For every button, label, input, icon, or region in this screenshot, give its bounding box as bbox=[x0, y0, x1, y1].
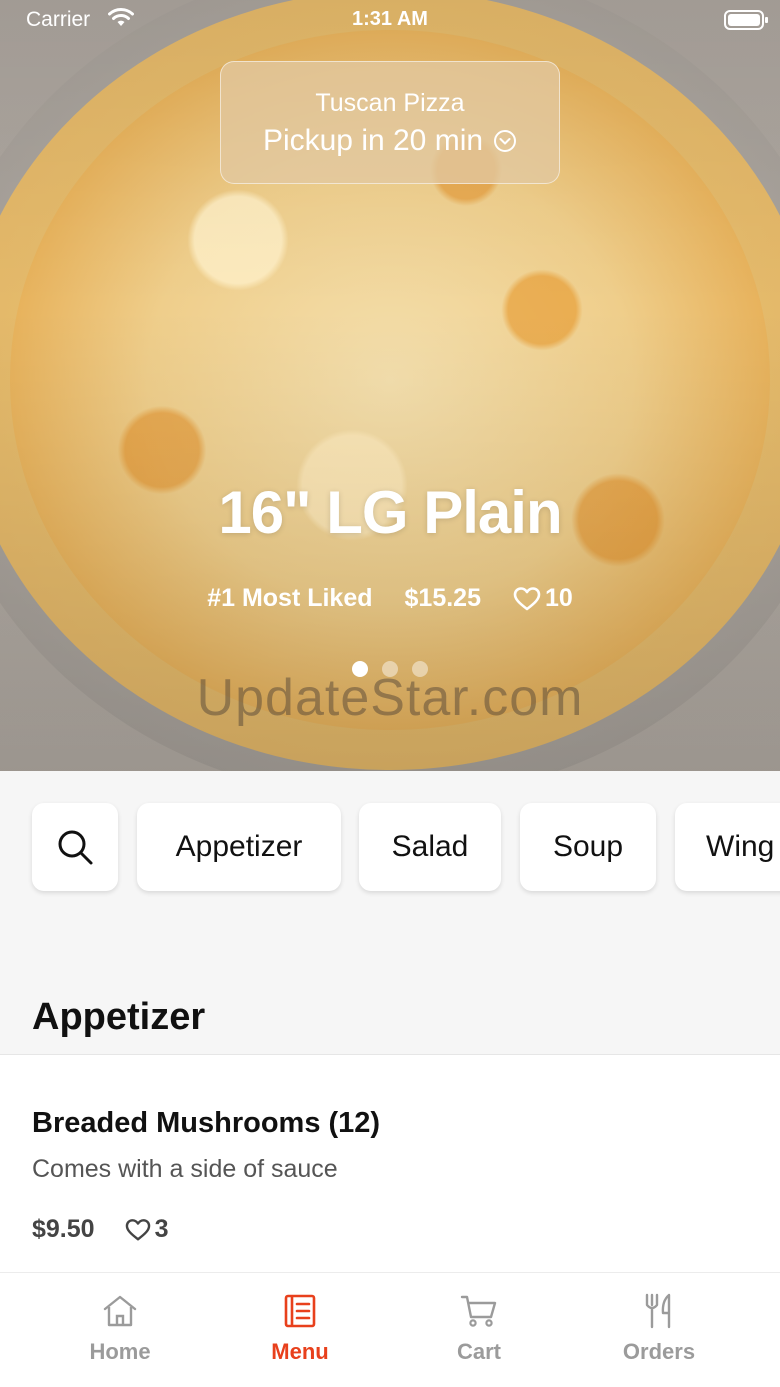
menu-item-name: Breaded Mushrooms (12) bbox=[32, 1107, 381, 1139]
featured-rank: #1 Most Liked bbox=[207, 584, 373, 612]
category-chip-salad[interactable]: Salad bbox=[359, 803, 501, 891]
menu-item[interactable]: Breaded Mushrooms (12) Comes with a side… bbox=[0, 1054, 780, 1273]
heart-icon bbox=[125, 1218, 150, 1240]
category-bar: Appetizer Salad Soup Wing bbox=[0, 771, 780, 961]
search-button[interactable] bbox=[32, 803, 118, 891]
home-icon bbox=[103, 1295, 137, 1327]
store-name: Tuscan Pizza bbox=[315, 89, 465, 117]
menu-item-likes-count: 3 bbox=[154, 1215, 169, 1243]
featured-likes: 10 bbox=[513, 584, 573, 613]
tab-bar: Home Menu Cart Orders bbox=[0, 1273, 780, 1387]
pickup-label: Pickup in 20 min bbox=[262, 124, 484, 157]
status-bar: Carrier 1:31 AM bbox=[0, 0, 780, 40]
pickup-selector[interactable]: Tuscan Pizza Pickup in 20 min bbox=[220, 61, 560, 184]
battery-icon bbox=[724, 10, 768, 30]
featured-price: $15.25 bbox=[404, 584, 481, 612]
category-chip-wing[interactable]: Wing bbox=[675, 803, 780, 891]
tab-cart-label: Cart bbox=[456, 1339, 501, 1364]
clock: 1:31 AM bbox=[352, 8, 428, 30]
featured-item-meta: #1 Most Liked $15.25 10 bbox=[0, 584, 780, 613]
tab-menu-label: Menu bbox=[271, 1339, 329, 1364]
tab-home-label: Home bbox=[89, 1339, 151, 1364]
tab-home[interactable]: Home bbox=[30, 1291, 210, 1365]
orders-icon bbox=[645, 1293, 671, 1329]
tab-menu[interactable]: Menu bbox=[210, 1291, 390, 1365]
featured-likes-count: 10 bbox=[544, 584, 573, 612]
watermark: UpdateStar.com bbox=[196, 669, 584, 727]
tab-orders[interactable]: Orders bbox=[569, 1291, 749, 1365]
menu-icon bbox=[284, 1294, 316, 1328]
menu-item-price: $9.50 bbox=[32, 1215, 95, 1243]
section-title: Appetizer bbox=[32, 996, 206, 1038]
category-chip-soup[interactable]: Soup bbox=[520, 803, 656, 891]
menu-item-description: Comes with a side of sauce bbox=[32, 1155, 338, 1183]
category-chip-appetizer[interactable]: Appetizer bbox=[137, 803, 341, 891]
tab-orders-label: Orders bbox=[622, 1339, 696, 1364]
heart-icon bbox=[513, 586, 541, 610]
featured-item-title: 16" LG Plain bbox=[218, 479, 562, 546]
cart-icon bbox=[460, 1295, 497, 1327]
chevron-down-circle-icon bbox=[494, 130, 517, 152]
tab-cart[interactable]: Cart bbox=[389, 1291, 569, 1365]
search-icon bbox=[58, 830, 93, 865]
featured-hero[interactable]: Carrier 1:31 AM Tuscan Pizza Pickup in 2… bbox=[0, 0, 780, 771]
menu-item-meta: $9.50 3 bbox=[32, 1215, 168, 1244]
menu-item-likes: 3 bbox=[125, 1215, 169, 1244]
pickup-time: Pickup in 20 min bbox=[221, 124, 559, 158]
